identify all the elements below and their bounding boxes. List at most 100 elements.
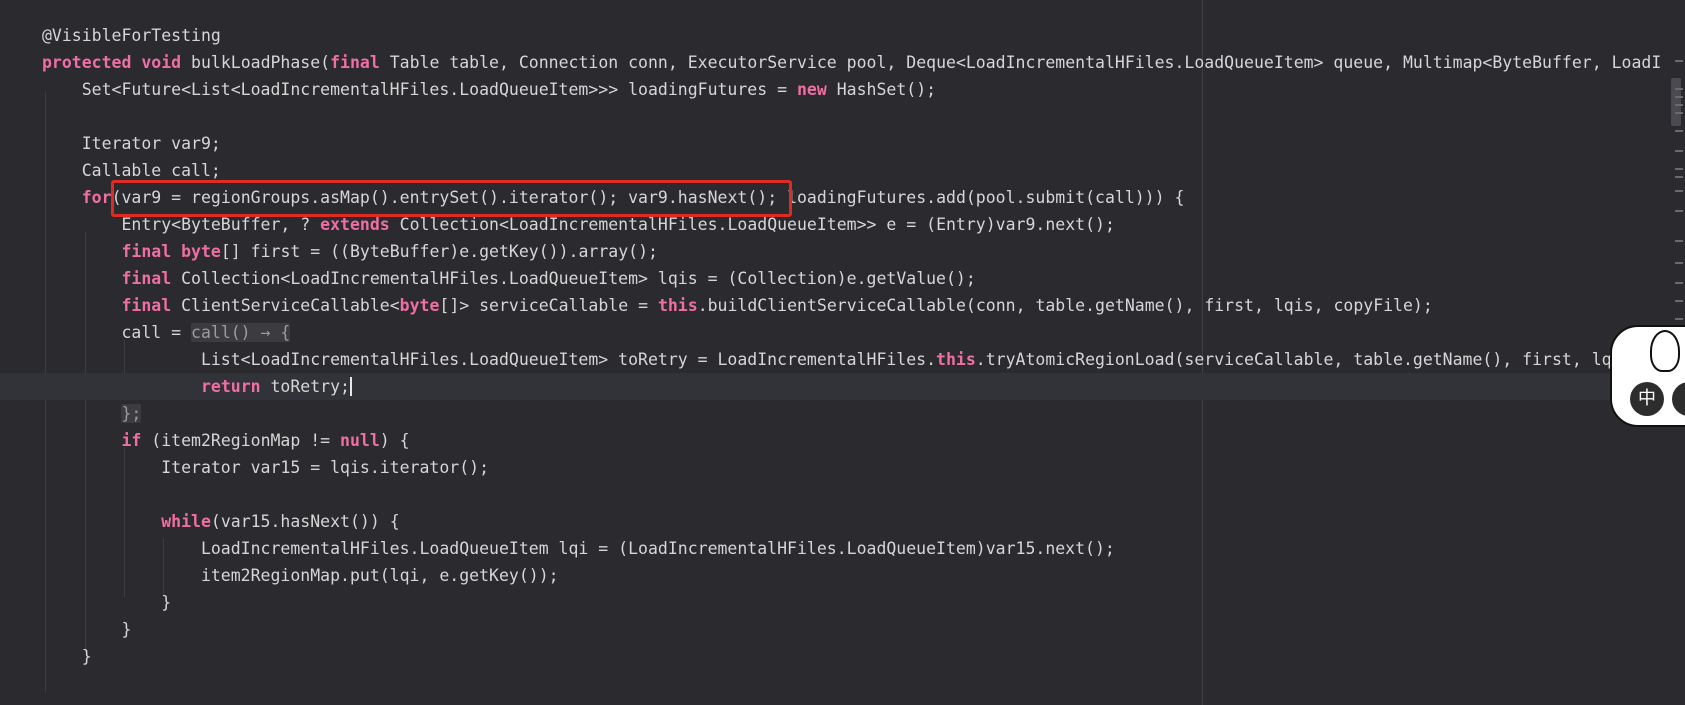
code-token: .buildClientServiceCallable(conn, table.…	[697, 296, 1433, 315]
code-line-text: LoadIncrementalHFiles.LoadQueueItem lqi …	[42, 535, 1115, 562]
code-line[interactable]: return toRetry;	[0, 373, 1685, 400]
code-line-text: }	[42, 589, 171, 616]
scrollbar-tick	[1675, 88, 1683, 90]
scrollbar-tick	[1675, 60, 1683, 62]
code-line[interactable]: LoadIncrementalHFiles.LoadQueueItem lqi …	[0, 535, 1685, 562]
keyword-token: this	[657, 296, 698, 315]
scrollbar-tick	[1675, 130, 1683, 132]
scrollbar-tick	[1675, 240, 1683, 242]
code-line[interactable]: while(var15.hasNext()) {	[0, 508, 1685, 535]
keyword-token: return	[200, 377, 261, 396]
ime-language-button[interactable]: 中	[1630, 382, 1664, 416]
code-line[interactable]: item2RegionMap.put(lqi, e.getKey());	[0, 562, 1685, 589]
code-token: }	[42, 620, 132, 639]
code-line[interactable]: protected void bulkLoadPhase(final Table…	[0, 49, 1685, 76]
keyword-token: final	[121, 242, 172, 261]
code-line-text: if (item2RegionMap != null) {	[42, 427, 409, 454]
code-line-text: final byte[] first = ((ByteBuffer)e.getK…	[42, 238, 657, 265]
text-caret	[349, 377, 352, 396]
code-line-text: return toRetry;	[42, 373, 352, 400]
scrollbar-tick	[1675, 210, 1683, 212]
code-line[interactable]: if (item2RegionMap != null) {	[0, 427, 1685, 454]
code-line[interactable]: }	[0, 643, 1685, 670]
code-token: []> serviceCallable =	[439, 296, 658, 315]
scrollbar-tick	[1675, 300, 1683, 302]
code-line[interactable]: final ClientServiceCallable<byte[]> serv…	[0, 292, 1685, 319]
code-token: .tryAtomicRegionLoad(serviceCallable, ta…	[975, 350, 1642, 369]
code-line[interactable]: Iterator var9;	[0, 130, 1685, 157]
scrollbar-tick	[1675, 282, 1683, 284]
code-token: (item2RegionMap !=	[141, 431, 341, 450]
code-token: (var15.hasNext()) {	[210, 512, 400, 531]
code-line-text: Set<Future<List<LoadIncrementalHFiles.Lo…	[42, 76, 936, 103]
keyword-token: byte	[399, 296, 440, 315]
code-line[interactable]: List<LoadIncrementalHFiles.LoadQueueItem…	[0, 346, 1685, 373]
code-line-text: Iterator var9;	[42, 130, 221, 157]
keyword-token: while	[161, 512, 211, 531]
code-line-text: }	[42, 616, 131, 643]
code-line[interactable]: }	[0, 616, 1685, 643]
code-token: LoadIncrementalHFiles.LoadQueueItem lqi …	[42, 539, 1115, 558]
code-line-text: }	[42, 643, 92, 670]
keyword-token: extends	[320, 215, 390, 234]
code-line-text: @VisibleForTesting	[42, 22, 221, 49]
code-line-text: protected void bulkLoadPhase(final Table…	[42, 49, 1661, 76]
highlight-annotation-box	[111, 180, 792, 217]
code-token: toRetry;	[260, 377, 350, 396]
keyword-token: final	[121, 296, 172, 315]
code-token: bulkLoadPhase(	[181, 53, 331, 72]
code-line[interactable]: final byte[] first = ((ByteBuffer)e.getK…	[0, 238, 1685, 265]
code-token: }	[42, 647, 92, 666]
code-token: ClientServiceCallable<	[171, 296, 400, 315]
code-line-text: item2RegionMap.put(lqi, e.getKey());	[42, 562, 559, 589]
keyword-token: this	[936, 350, 976, 369]
code-token: item2RegionMap.put(lqi, e.getKey());	[42, 566, 559, 585]
code-token: @VisibleForTesting	[42, 26, 221, 45]
code-line[interactable]: final Collection<LoadIncrementalHFiles.L…	[0, 265, 1685, 292]
keyword-token: if	[121, 431, 142, 450]
scrollbar-tick	[1675, 176, 1683, 178]
code-token: Entry<ByteBuffer, ?	[42, 215, 321, 234]
code-line-text: Iterator var15 = lqis.iterator();	[42, 454, 489, 481]
code-line[interactable]	[0, 481, 1685, 508]
scrollbar-tick	[1675, 112, 1683, 114]
code-token: List<LoadIncrementalHFiles.LoadQueueItem…	[42, 350, 937, 369]
code-token: };	[121, 404, 142, 423]
code-token: Collection<LoadIncrementalHFiles.LoadQue…	[389, 215, 1115, 234]
code-token: HashSet();	[826, 80, 937, 99]
scrollbar-tick	[1675, 168, 1683, 170]
scrollbar-tick	[1675, 190, 1683, 192]
code-token: Iterator var9;	[42, 134, 221, 153]
code-editor[interactable]: @VisibleForTesting protected void bulkLoa…	[0, 0, 1685, 705]
keyword-token: null	[340, 431, 380, 450]
code-line-text: List<LoadIncrementalHFiles.LoadQueueItem…	[42, 346, 1641, 373]
code-token: }	[42, 593, 172, 612]
scrollbar-tick	[1675, 96, 1683, 98]
code-token: call() → {	[191, 323, 291, 342]
ime-mascot-icon	[1650, 330, 1680, 372]
code-line[interactable]: call = call() → {	[0, 319, 1685, 346]
code-line[interactable]: Iterator var15 = lqis.iterator();	[0, 454, 1685, 481]
keyword-token: final	[121, 269, 172, 288]
code-line-text: final ClientServiceCallable<byte[]> serv…	[42, 292, 1433, 319]
code-line[interactable]: }	[0, 589, 1685, 616]
code-line-text: final Collection<LoadIncrementalHFiles.L…	[42, 265, 975, 292]
code-line[interactable]	[0, 103, 1685, 130]
code-line[interactable]: Set<Future<List<LoadIncrementalHFiles.Lo…	[0, 76, 1685, 103]
code-line-text: call = call() → {	[42, 319, 291, 346]
keyword-token: byte	[181, 242, 221, 261]
code-line[interactable]: @VisibleForTesting	[0, 22, 1685, 49]
keyword-token: final	[330, 53, 380, 72]
scrollbar-thumb[interactable]	[1671, 78, 1681, 126]
scrollbar-tick	[1675, 104, 1683, 106]
code-line[interactable]: };	[0, 400, 1685, 427]
keyword-token: void	[141, 53, 182, 72]
